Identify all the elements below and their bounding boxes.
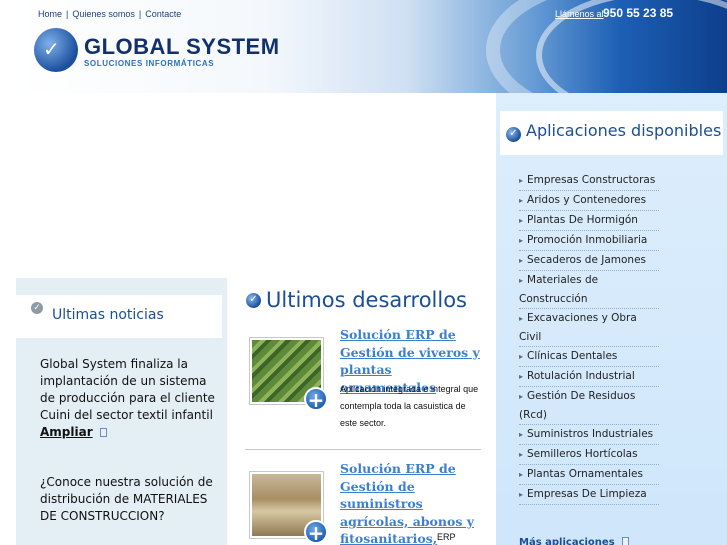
news-header: ✓ Ultimas noticias <box>16 295 222 338</box>
bullet-arrow-icon: ▸ <box>519 450 524 459</box>
logo-globe-icon[interactable]: ✓ <box>34 28 78 72</box>
app-label[interactable]: Gestión De Residuos (Rcd) <box>519 390 635 421</box>
brand-name: GLOBAL SYSTEM <box>84 34 280 59</box>
nav-about-link[interactable]: Quienes somos <box>72 9 135 19</box>
globe-icon: ✓ <box>506 127 521 142</box>
app-list-item[interactable]: ▸ Empresas De Limpieza <box>519 485 659 505</box>
development-item: + Solución ERP de Gestión de suministros… <box>245 461 485 545</box>
app-list-item[interactable]: ▸ Suministros Industriales <box>519 425 659 445</box>
bullet-arrow-icon: ▸ <box>519 276 524 285</box>
app-list-item[interactable]: ▸ Excavaciones y Obra Civil <box>519 309 659 347</box>
developments-title: Ultimos desarrollos <box>266 288 467 312</box>
apps-header: ✓ Aplicaciones disponibles <box>500 111 723 155</box>
bullet-arrow-icon: ▸ <box>519 314 524 323</box>
check-icon: ✓ <box>31 302 43 314</box>
app-label[interactable]: Empresas Constructoras <box>527 174 655 186</box>
document-icon <box>621 537 629 545</box>
more-apps-label[interactable]: Más aplicaciones <box>519 537 615 545</box>
bullet-arrow-icon: ▸ <box>519 352 524 361</box>
brand-subtitle: SOLUCIONES INFORMÁTICAS <box>84 59 215 68</box>
bullet-arrow-icon: ▸ <box>519 470 524 479</box>
app-list-item[interactable]: ▸ Clínicas Dentales <box>519 347 659 367</box>
plus-icon[interactable]: + <box>304 387 328 412</box>
app-label[interactable]: Excavaciones y Obra Civil <box>519 312 637 343</box>
news-sidebar: ✓ Ultimas noticias Global System finaliz… <box>16 278 227 545</box>
bullet-arrow-icon: ▸ <box>519 430 524 439</box>
development-description: ERP <box>437 532 456 542</box>
app-label[interactable]: Empresas De Limpieza <box>527 488 647 500</box>
news-text: ¿Conoce nuestra solución de distribución… <box>40 475 213 523</box>
app-list-item[interactable]: ▸ Promoción Inmobiliaria <box>519 231 659 251</box>
development-item: + Solución ERP de Gestión de viveros y p… <box>245 327 485 437</box>
app-list-item[interactable]: ▸ Secaderos de Jamones <box>519 251 659 271</box>
app-label[interactable]: Promoción Inmobiliaria <box>527 234 647 246</box>
phone-label: Llámenos al <box>555 9 604 19</box>
document-icon <box>99 428 107 437</box>
app-label[interactable]: Plantas Ornamentales <box>527 468 643 480</box>
news-item: Global System finaliza la implantación d… <box>40 356 220 441</box>
plus-icon[interactable]: + <box>304 520 328 545</box>
nav-contact-link[interactable]: Contacte <box>145 9 181 19</box>
bullet-arrow-icon: ▸ <box>519 176 524 185</box>
app-label[interactable]: Suministros Industriales <box>527 428 653 440</box>
app-label[interactable]: Secaderos de Jamones <box>527 254 646 266</box>
news-item: ¿Conoce nuestra solución de distribución… <box>40 474 220 525</box>
apps-sidebar: ✓ Aplicaciones disponibles ▸ Empresas Con… <box>496 93 727 545</box>
ampliar-link[interactable]: Ampliar <box>40 425 93 439</box>
apps-title: Aplicaciones disponibles <box>526 121 722 140</box>
app-label[interactable]: Materiales de Construcción <box>519 274 598 305</box>
app-label[interactable]: Plantas De Hormigón <box>527 214 638 226</box>
app-label[interactable]: Semilleros Hortícolas <box>527 448 638 460</box>
app-label[interactable]: Aridos y Contenedores <box>527 194 646 206</box>
bullet-arrow-icon: ▸ <box>519 216 524 225</box>
bullet-arrow-icon: ▸ <box>519 392 524 401</box>
bullet-arrow-icon: ▸ <box>519 196 524 205</box>
nav-home-link[interactable]: Home <box>38 9 62 19</box>
app-label[interactable]: Clínicas Dentales <box>527 350 617 362</box>
app-list-item[interactable]: ▸ Gestión De Residuos (Rcd) <box>519 387 659 425</box>
app-list-item[interactable]: ▸ Materiales de Construcción <box>519 271 659 309</box>
bullet-arrow-icon: ▸ <box>519 236 524 245</box>
apps-list: ▸ Empresas Constructoras ▸ Aridos y Conten… <box>519 171 659 505</box>
app-list-item[interactable]: ▸ Aridos y Contenedores <box>519 191 659 211</box>
more-apps-link[interactable]: Más aplicaciones <box>519 537 629 545</box>
bullet-arrow-icon: ▸ <box>519 490 524 499</box>
development-description: Aplicación integrada e integral que cont… <box>340 384 479 428</box>
app-list-item[interactable]: ▸ Empresas Constructoras <box>519 171 659 191</box>
globe-icon: ✓ <box>246 293 261 308</box>
divider <box>245 449 481 450</box>
bullet-arrow-icon: ▸ <box>519 372 524 381</box>
app-list-item[interactable]: ▸ Plantas De Hormigón <box>519 211 659 231</box>
news-text: Global System finaliza la implantación d… <box>40 357 215 422</box>
top-nav: Home | Quienes somos | Contacte <box>38 9 182 19</box>
news-title: Ultimas noticias <box>52 307 164 323</box>
phone-number: 950 55 23 85 <box>603 6 674 20</box>
app-list-item[interactable]: ▸ Semilleros Hortícolas <box>519 445 659 465</box>
app-list-item[interactable]: ▸ Plantas Ornamentales <box>519 465 659 485</box>
app-list-item[interactable]: ▸ Rotulación Industrial <box>519 367 659 387</box>
site-header: Home | Quienes somos | Contacte ✓ GLOBAL SYS… <box>16 0 727 93</box>
bullet-arrow-icon: ▸ <box>519 256 524 265</box>
development-text: Solución ERP de Gestión de suministros a… <box>340 460 480 545</box>
app-label[interactable]: Rotulación Industrial <box>527 370 635 382</box>
